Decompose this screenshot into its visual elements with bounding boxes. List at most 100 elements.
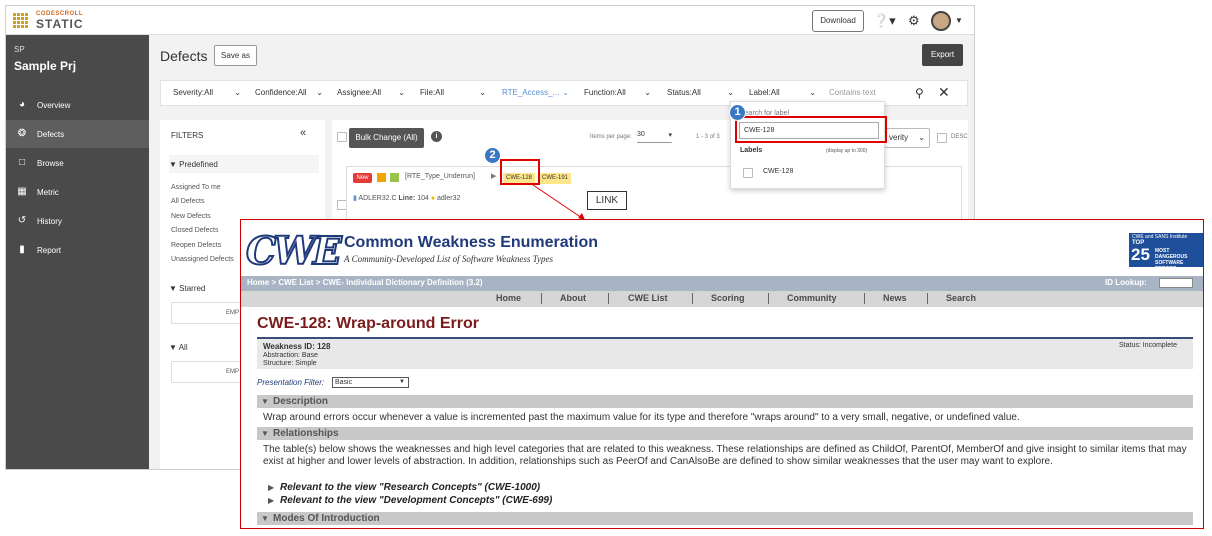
sidebar: SP Sample Prj ◕ Overview ❂ Defects □ Bro… bbox=[6, 35, 149, 469]
folder-icon: □ bbox=[18, 157, 26, 168]
nav-home[interactable]: Home bbox=[496, 293, 521, 303]
filter-link[interactable]: Closed Defects bbox=[171, 227, 218, 234]
file-icon: ▮ bbox=[353, 195, 357, 202]
search-icon[interactable]: ⚲ bbox=[915, 86, 924, 100]
file-filter[interactable]: File:All ⌄ bbox=[420, 81, 486, 105]
starred-section[interactable]: ▼ Starred bbox=[169, 284, 205, 293]
chevron-down-icon: ⌄ bbox=[479, 88, 486, 97]
file-name: ADLER32.C bbox=[358, 195, 397, 202]
annotation-highlight-search bbox=[735, 116, 887, 143]
annotation-arrow bbox=[532, 184, 586, 221]
nav-search[interactable]: Search bbox=[946, 293, 976, 303]
function-filter[interactable]: Function:All ⌄ bbox=[584, 81, 651, 105]
severity-icon bbox=[377, 173, 386, 182]
relationship-view-development[interactable]: Relevant to the view "Development Concep… bbox=[280, 495, 552, 506]
sidebar-item-browse[interactable]: □ Browse bbox=[6, 149, 149, 177]
sidebar-item-label: Overview bbox=[37, 101, 71, 110]
sidebar-item-report[interactable]: ▮ Report bbox=[6, 236, 149, 264]
sidebar-item-history[interactable]: ↺ History bbox=[6, 207, 149, 235]
desc-label: DESC bbox=[951, 134, 968, 140]
new-badge: New bbox=[353, 173, 372, 183]
presentation-filter-label: Presentation Filter: bbox=[257, 378, 325, 387]
export-button[interactable]: Export bbox=[922, 44, 963, 66]
severity-filter[interactable]: Severity:All ⌄ bbox=[173, 81, 241, 105]
gear-icon[interactable]: ⚙ bbox=[908, 13, 920, 29]
bulk-change-button[interactable]: Bulk Change (All) bbox=[349, 128, 424, 148]
assignee-filter[interactable]: Assignee:All ⌄ bbox=[337, 81, 405, 105]
help-icon[interactable]: ❔▾ bbox=[873, 13, 896, 29]
filter-link[interactable]: Reopen Defects bbox=[171, 242, 221, 249]
predefined-section[interactable]: ▼ Predefined bbox=[169, 160, 218, 169]
section-relationships[interactable]: ▼ Relationships bbox=[257, 427, 1193, 440]
breadcrumb[interactable]: Home > CWE List > CWE- Individual Dictio… bbox=[247, 278, 483, 287]
presentation-filter-select[interactable]: Basic ▼ bbox=[332, 377, 409, 388]
filter-link[interactable]: Assigned To me bbox=[171, 184, 221, 191]
sidebar-item-label: Browse bbox=[37, 159, 64, 168]
nav-community[interactable]: Community bbox=[787, 293, 837, 303]
collapse-icon[interactable]: « bbox=[300, 127, 306, 139]
expand-triangle-icon[interactable]: ▶ bbox=[268, 483, 274, 492]
top25-badge[interactable]: CWE and SANS Institute TOP 25 MOST DANGE… bbox=[1129, 233, 1203, 272]
weakness-heading: CWE-128: Wrap-around Error bbox=[257, 315, 479, 332]
labels-heading: Labels bbox=[740, 147, 763, 154]
close-icon[interactable]: ✕ bbox=[938, 84, 950, 101]
chevron-down-icon: ⌄ bbox=[644, 88, 651, 97]
rte-filter[interactable]: RTE_Access_... ⌄ bbox=[502, 81, 569, 105]
sidebar-item-label: Report bbox=[37, 246, 62, 255]
dashboard-icon: ▦ bbox=[17, 186, 27, 197]
chevron-down-icon: ⌄ bbox=[562, 88, 569, 97]
sidebar-item-defects[interactable]: ❂ Defects bbox=[6, 120, 149, 148]
status-filter[interactable]: Status:All ⌄ bbox=[667, 81, 734, 105]
confidence-filter[interactable]: Confidence:All ⌄ bbox=[255, 81, 323, 105]
weakness-id: Weakness ID: 128 bbox=[263, 342, 331, 351]
page-range: 1 - 3 of 3 bbox=[696, 134, 720, 140]
cwe-site-title: Common Weakness Enumeration bbox=[344, 234, 598, 251]
nav-about[interactable]: About bbox=[560, 293, 586, 303]
sidebar-item-overview[interactable]: ◕ Overview bbox=[6, 91, 149, 119]
nav-cwe-list[interactable]: CWE List bbox=[628, 293, 668, 303]
top-bar: CODESCROLL STATIC Download ❔▾ ⚙ ▼ bbox=[6, 6, 974, 35]
function-name: adler32 bbox=[437, 195, 461, 202]
function-icon: ● bbox=[430, 195, 436, 202]
filters-title: FILTERS bbox=[171, 131, 204, 140]
avatar[interactable] bbox=[931, 11, 951, 31]
label-option-checkbox[interactable] bbox=[743, 168, 753, 178]
filter-link[interactable]: New Defects bbox=[171, 213, 211, 220]
expand-triangle-icon[interactable]: ▶ bbox=[268, 496, 274, 505]
nav-news[interactable]: News bbox=[883, 293, 907, 303]
download-button[interactable]: Download bbox=[812, 10, 864, 32]
id-lookup-input[interactable] bbox=[1159, 278, 1193, 288]
chevron-down-icon[interactable]: ▼ bbox=[955, 16, 963, 25]
all-section[interactable]: ▼ All bbox=[169, 343, 188, 352]
logo-grid-icon bbox=[13, 13, 28, 28]
cwe-breadcrumb-bar: Home > CWE List > CWE- Individual Dictio… bbox=[241, 276, 1203, 291]
filter-link[interactable]: Unassigned Defects bbox=[171, 256, 234, 263]
relationships-text: The table(s) below shows the weaknesses … bbox=[263, 444, 1187, 467]
sort-select[interactable]: verity ⌄ bbox=[884, 128, 930, 148]
save-as-button[interactable]: Save as bbox=[214, 45, 257, 66]
info-icon[interactable]: i bbox=[431, 131, 442, 142]
label-option-text: CWE-128 bbox=[763, 168, 794, 175]
desc-checkbox[interactable] bbox=[937, 133, 947, 143]
section-description[interactable]: ▼ Description bbox=[257, 395, 1193, 408]
nav-scoring[interactable]: Scoring bbox=[711, 293, 745, 303]
project-code: SP bbox=[14, 45, 25, 54]
bug-icon: ❂ bbox=[17, 128, 27, 139]
history-icon: ↺ bbox=[17, 215, 27, 226]
section-modes[interactable]: ▼ Modes Of Introduction bbox=[257, 512, 1193, 525]
cwe-page-panel: CWE Common Weakness Enumeration A Commun… bbox=[240, 219, 1204, 529]
defect-tag: [RTE_Type_Underrun] bbox=[405, 173, 475, 180]
filter-link[interactable]: All Defects bbox=[171, 198, 204, 205]
page-title: Defects bbox=[160, 48, 208, 64]
relationship-view-research[interactable]: Relevant to the view "Research Concepts"… bbox=[280, 482, 540, 493]
sidebar-item-metric[interactable]: ▦ Metric bbox=[6, 178, 149, 206]
chevron-down-icon: ⌄ bbox=[316, 88, 323, 97]
items-per-page-select[interactable]: 30 ▾ bbox=[637, 131, 672, 143]
collapse-triangle-icon: ▼ bbox=[261, 429, 269, 438]
collapse-triangle-icon: ▼ bbox=[261, 397, 269, 406]
cwe-logo: CWE bbox=[245, 228, 343, 273]
sidebar-item-label: Metric bbox=[37, 188, 59, 197]
line-number: 104 bbox=[417, 195, 429, 202]
select-all-checkbox[interactable] bbox=[337, 132, 347, 142]
weakness-meta-box: Weakness ID: 128 Abstraction: Base Struc… bbox=[257, 339, 1193, 369]
